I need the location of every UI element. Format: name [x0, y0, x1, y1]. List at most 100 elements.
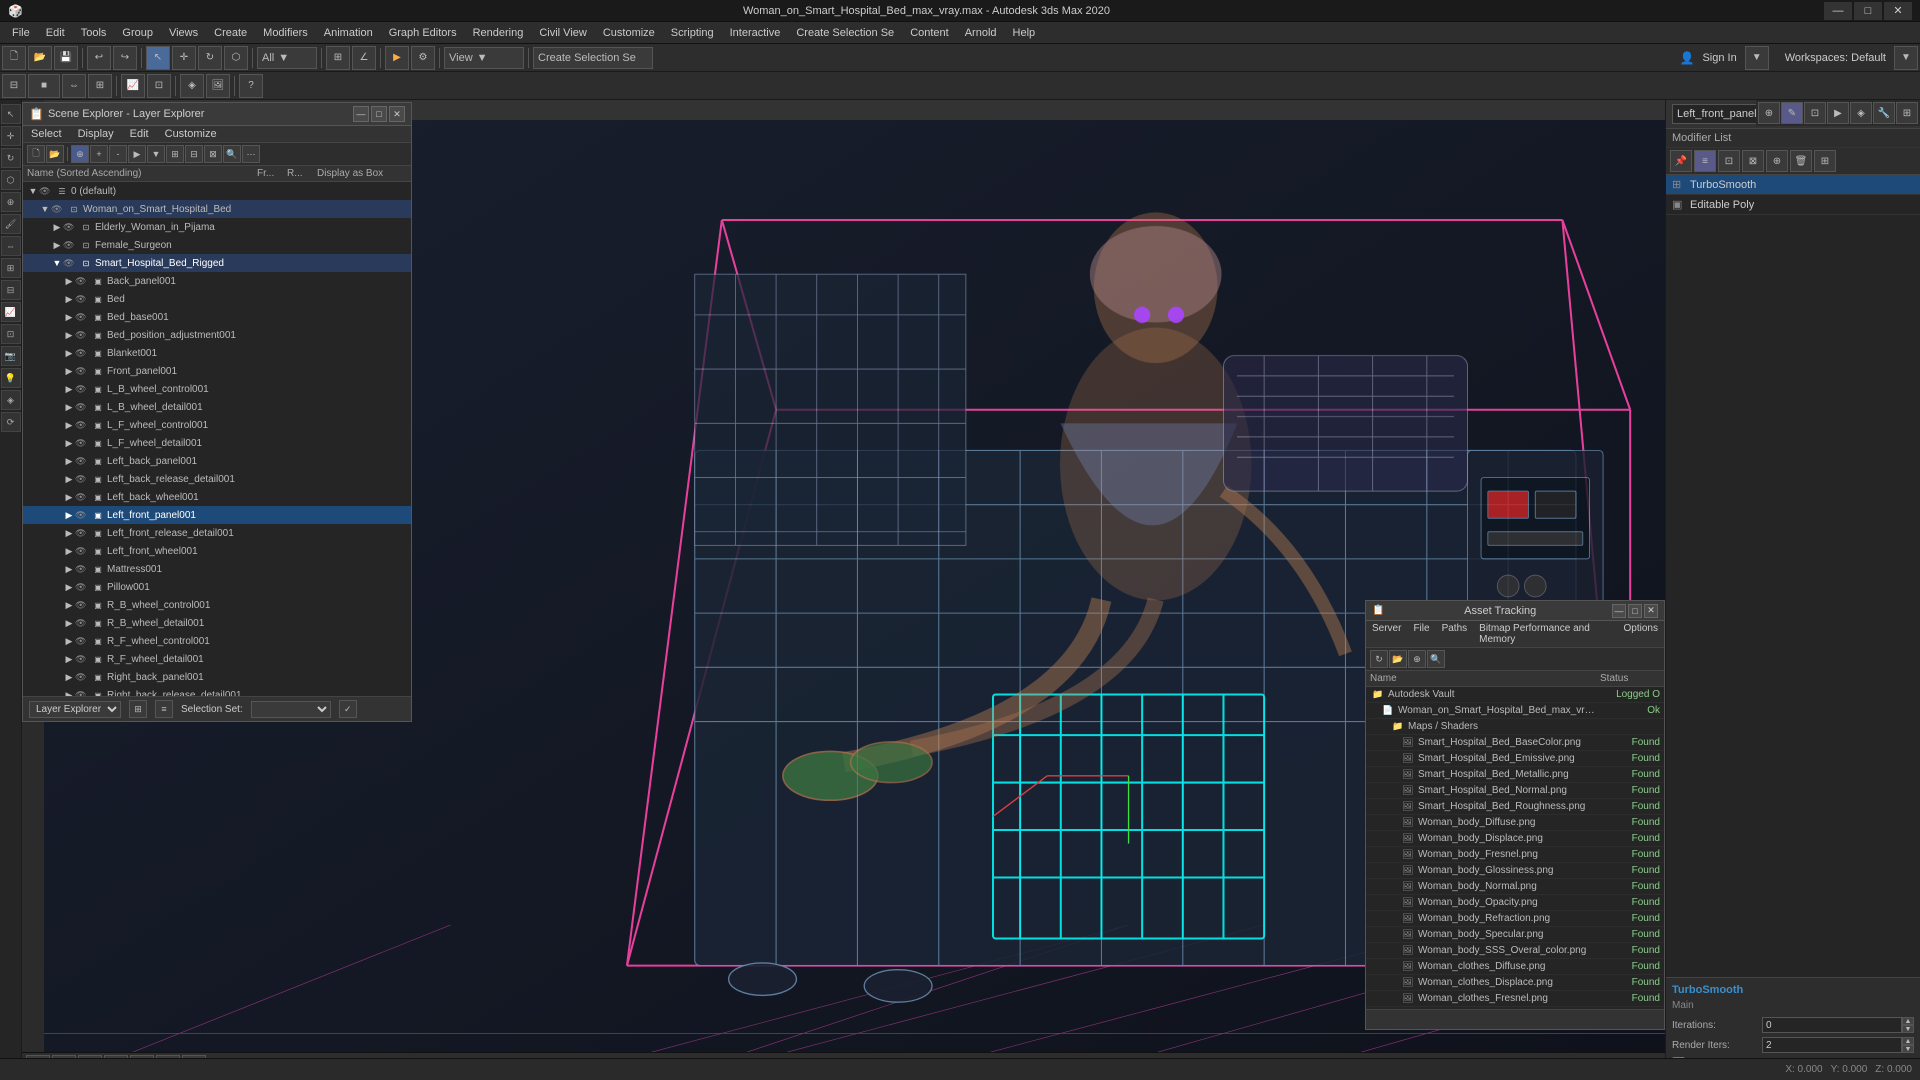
- tree-expand-btn[interactable]: ▶: [63, 546, 75, 557]
- visibility-icon[interactable]: 👁: [51, 204, 65, 215]
- tree-expand-btn[interactable]: ▶: [63, 276, 75, 287]
- at-list-item[interactable]: 🖼 Smart_Hospital_Bed_Emissive.png Found: [1366, 751, 1664, 767]
- tree-item[interactable]: ▶👁▣Left_back_release_detail001: [23, 470, 411, 488]
- at-list-item[interactable]: 📄 Woman_on_Smart_Hospital_Bed_max_vray.m…: [1366, 703, 1664, 719]
- at-list-item[interactable]: 🖼 Woman_body_Specular.png Found: [1366, 927, 1664, 943]
- rp-remove-btn[interactable]: 🗑: [1790, 150, 1812, 172]
- at-list-item[interactable]: 📁 Autodesk Vault Logged O: [1366, 687, 1664, 703]
- selection-set-dropdown[interactable]: [251, 701, 331, 718]
- tree-item[interactable]: ▶👁▣Bed_position_adjustment001: [23, 326, 411, 344]
- at-list-item[interactable]: 🖼 Woman_body_Refraction.png Found: [1366, 911, 1664, 927]
- visibility-icon[interactable]: 👁: [75, 546, 89, 557]
- tree-expand-btn[interactable]: ▶: [63, 348, 75, 359]
- visibility-icon[interactable]: 👁: [75, 312, 89, 323]
- tree-expand-btn[interactable]: ▶: [63, 294, 75, 305]
- lt-helper[interactable]: ◈: [1, 390, 21, 410]
- select-filter[interactable]: All ▼: [257, 47, 317, 69]
- at-list-item[interactable]: 🖼 Woman_body_Displace.png Found: [1366, 831, 1664, 847]
- visibility-icon[interactable]: 👁: [75, 618, 89, 629]
- se-more[interactable]: ⋯: [242, 145, 260, 163]
- visibility-icon[interactable]: 👁: [75, 636, 89, 647]
- tree-item[interactable]: ▶👁▣Bed: [23, 290, 411, 308]
- se-tree[interactable]: ▼👁☰0 (default)▼👁⊡Woman_on_Smart_Hospital…: [23, 182, 411, 696]
- ri-up[interactable]: ▲: [1902, 1037, 1914, 1045]
- visibility-icon[interactable]: 👁: [75, 654, 89, 665]
- lt-mirror[interactable]: ⇔: [1, 236, 21, 256]
- menu-item-content[interactable]: Content: [902, 22, 957, 44]
- iterations-input[interactable]: [1762, 1017, 1902, 1033]
- lt-scale[interactable]: ⬡: [1, 170, 21, 190]
- render-button[interactable]: ▶: [385, 46, 409, 70]
- at-menu-file[interactable]: File: [1407, 621, 1435, 647]
- display-panel-icon[interactable]: ◈: [1850, 102, 1872, 124]
- tree-item[interactable]: ▶👁▣L_F_wheel_control001: [23, 416, 411, 434]
- visibility-icon[interactable]: 👁: [75, 348, 89, 359]
- menu-item-customize[interactable]: Customize: [595, 22, 663, 44]
- se-menu-edit[interactable]: Edit: [122, 126, 157, 142]
- visibility-icon[interactable]: 👁: [75, 492, 89, 503]
- visibility-icon[interactable]: 👁: [39, 186, 53, 197]
- open-button[interactable]: 📂: [28, 46, 52, 70]
- render-iters-input[interactable]: [1762, 1037, 1902, 1053]
- visibility-icon[interactable]: 👁: [63, 240, 77, 251]
- tree-expand-btn[interactable]: ▼: [51, 258, 63, 268]
- at-list-item[interactable]: 📁 Maps / Shaders: [1366, 719, 1664, 735]
- redo-button[interactable]: ↪: [113, 46, 137, 70]
- tree-item[interactable]: ▶👁▣Front_panel001: [23, 362, 411, 380]
- visibility-icon[interactable]: 👁: [75, 474, 89, 485]
- layer-btn[interactable]: ⊟: [2, 74, 26, 98]
- visibility-icon[interactable]: 👁: [75, 402, 89, 413]
- menu-item-interactive[interactable]: Interactive: [722, 22, 789, 44]
- tree-expand-btn[interactable]: ▶: [63, 384, 75, 395]
- menu-item-views[interactable]: Views: [161, 22, 206, 44]
- tree-expand-btn[interactable]: ▶: [63, 528, 75, 539]
- at-list-item[interactable]: 🖼 Woman_body_Fresnel.png Found: [1366, 847, 1664, 863]
- menu-item-arnold[interactable]: Arnold: [957, 22, 1005, 44]
- tree-expand-btn[interactable]: ▶: [51, 222, 63, 233]
- visibility-icon[interactable]: 👁: [63, 258, 77, 269]
- menu-item-help[interactable]: Help: [1005, 22, 1044, 44]
- lt-light[interactable]: 💡: [1, 368, 21, 388]
- at-list[interactable]: 📁 Autodesk Vault Logged O 📄 Woman_on_Sma…: [1366, 687, 1664, 1009]
- visibility-icon[interactable]: 👁: [75, 438, 89, 449]
- at-list-item[interactable]: 🖼 Woman_clothes_Fresnel.png Found: [1366, 991, 1664, 1007]
- modifier-turbosmooth[interactable]: ⊞ TurboSmooth: [1666, 175, 1920, 195]
- maximize-button[interactable]: □: [1854, 2, 1882, 20]
- lt-array[interactable]: ⊞: [1, 258, 21, 278]
- menu-item-animation[interactable]: Animation: [316, 22, 381, 44]
- tree-expand-btn[interactable]: ▶: [63, 564, 75, 575]
- tree-item[interactable]: ▶👁▣R_F_wheel_detail001: [23, 650, 411, 668]
- tree-expand-btn[interactable]: ▶: [63, 600, 75, 611]
- se-menu-select[interactable]: Select: [23, 126, 70, 142]
- move-button[interactable]: ✛: [172, 46, 196, 70]
- tree-expand-btn[interactable]: ▶: [63, 330, 75, 341]
- tree-item[interactable]: ▶👁▣Blanket001: [23, 344, 411, 362]
- tree-item[interactable]: ▼👁☰0 (default): [23, 182, 411, 200]
- se-new[interactable]: 🗋: [27, 145, 45, 163]
- se-open[interactable]: 📂: [46, 145, 64, 163]
- menu-item-edit[interactable]: Edit: [38, 22, 73, 44]
- menu-item-file[interactable]: File: [4, 22, 38, 44]
- tree-item[interactable]: ▶👁⊡Female_Surgeon: [23, 236, 411, 254]
- at-menu-paths[interactable]: Paths: [1436, 621, 1474, 647]
- tree-expand-btn[interactable]: ▶: [63, 510, 75, 521]
- visibility-icon[interactable]: 👁: [75, 420, 89, 431]
- signin-dropdown[interactable]: ▼: [1745, 46, 1769, 70]
- modify-panel-icon[interactable]: ✎: [1781, 102, 1803, 124]
- tree-expand-btn[interactable]: ▶: [63, 402, 75, 413]
- tree-item[interactable]: ▶👁▣Bed_base001: [23, 308, 411, 326]
- visibility-icon[interactable]: 👁: [75, 330, 89, 341]
- se-find[interactable]: 🔍: [223, 145, 241, 163]
- at-list-item[interactable]: 🖼 Smart_Hospital_Bed_Roughness.png Found: [1366, 799, 1664, 815]
- visibility-icon[interactable]: 👁: [75, 276, 89, 287]
- material-editor-btn[interactable]: ◈: [180, 74, 204, 98]
- tree-item[interactable]: ▶👁▣R_B_wheel_detail001: [23, 614, 411, 632]
- se-sel-all[interactable]: ⊞: [166, 145, 184, 163]
- rotate-button[interactable]: ↻: [198, 46, 222, 70]
- tree-expand-btn[interactable]: ▶: [63, 672, 75, 683]
- visibility-icon[interactable]: 👁: [75, 384, 89, 395]
- angle-snap-button[interactable]: ∠: [352, 46, 376, 70]
- scale-button[interactable]: ⬡: [224, 46, 248, 70]
- tree-expand-btn[interactable]: ▶: [51, 240, 63, 251]
- motion-panel-icon[interactable]: ▶: [1827, 102, 1849, 124]
